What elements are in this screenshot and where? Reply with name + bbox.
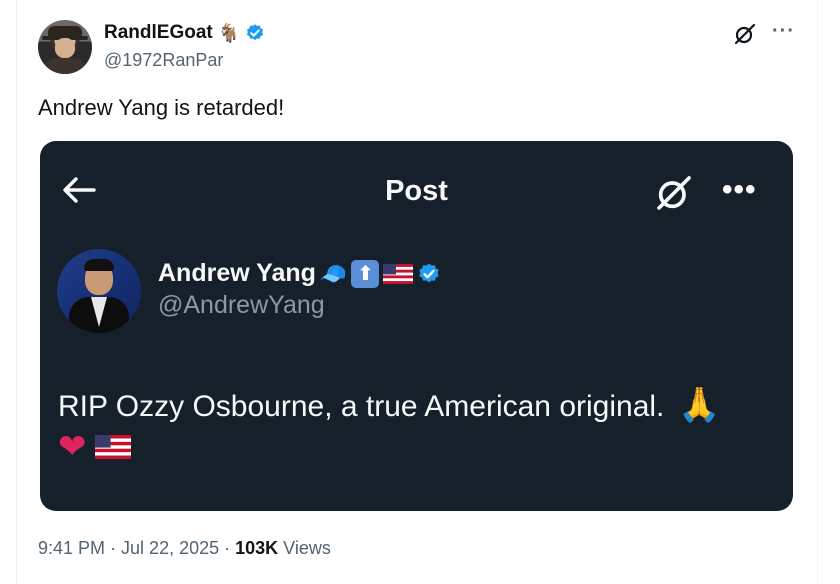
post-time[interactable]: 9:41 PM (38, 538, 105, 558)
embedded-author-name-row: Andrew Yang 🧢 ⬆ (158, 259, 441, 288)
verified-badge-icon (419, 263, 440, 282)
us-flag-icon (383, 263, 414, 284)
embedded-author-handle: @AndrewYang (158, 291, 325, 319)
more-options-button[interactable]: ··· (772, 20, 795, 43)
embedded-author-avatar (57, 249, 141, 333)
red-heart-emoji: ❤ (58, 428, 87, 466)
us-flag-icon (94, 435, 131, 459)
views-count: 103K (235, 538, 279, 558)
grok-icon[interactable] (733, 22, 757, 46)
embedded-screenshot[interactable]: Post ••• Andrew Yang 🧢 ⬆ @AndrewYang RIP… (40, 141, 793, 511)
verified-badge-icon (246, 24, 264, 41)
cap-emoji: 🧢 (319, 260, 348, 286)
praying-hands-emoji: 🙏 (678, 386, 721, 424)
views-label: Views (278, 538, 331, 558)
author-name[interactable]: RandlEGoat (104, 22, 213, 44)
goat-emoji: 🐐 (217, 22, 241, 43)
grok-icon (657, 176, 691, 210)
more-options-icon: ••• (722, 173, 757, 206)
embedded-post-text: RIP Ozzy Osbourne, a true American origi… (58, 385, 778, 427)
separator: · (105, 538, 122, 558)
author-handle[interactable]: @1972RanPar (104, 50, 223, 71)
post-date[interactable]: Jul 22, 2025 (121, 538, 219, 558)
tweet-text: Andrew Yang is retarded! (38, 95, 285, 120)
separator: · (219, 538, 236, 558)
embedded-emoji-line: ❤ (58, 427, 131, 467)
author-name-row: RandlEGoat 🐐 (104, 22, 265, 44)
embedded-post-body: RIP Ozzy Osbourne, a true American origi… (58, 390, 665, 423)
post-metadata: 9:41 PM · Jul 22, 2025 · 103K Views (38, 538, 331, 559)
embedded-author-name: Andrew Yang (158, 259, 316, 287)
up-arrow-emoji: ⬆ (351, 259, 380, 288)
author-avatar[interactable] (38, 20, 92, 74)
